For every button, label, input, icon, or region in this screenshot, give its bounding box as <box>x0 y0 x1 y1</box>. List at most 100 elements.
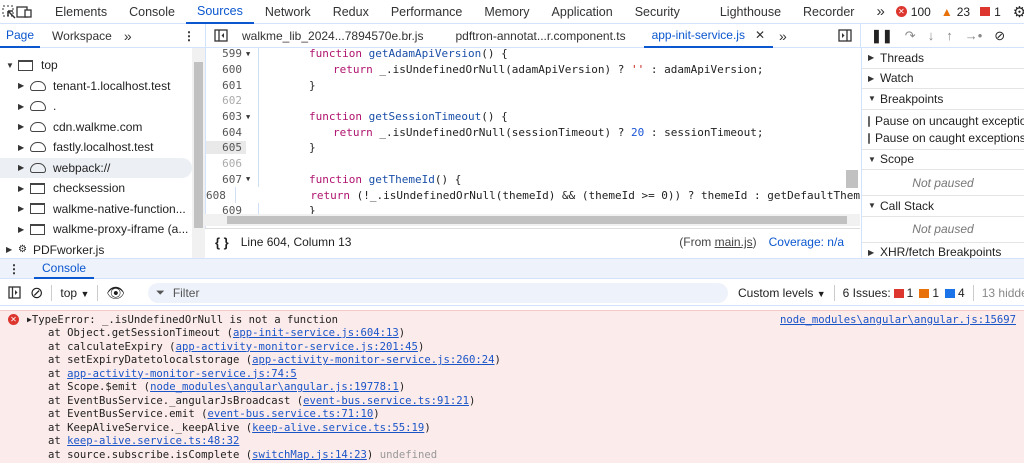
line-number[interactable]: 608 <box>206 189 230 202</box>
navigator-scrollbar[interactable] <box>192 48 205 258</box>
editor-tab-active[interactable]: app-init-service.js ✕ <box>643 24 774 48</box>
stack-frame-link[interactable]: keep-alive.service.ts:55:19 <box>252 422 424 434</box>
close-tab-icon[interactable]: ✕ <box>755 28 765 42</box>
code-line[interactable]: 603 ▼ function getSessionTimeout() { <box>206 108 860 125</box>
tree-item[interactable]: ▼ top <box>0 55 192 76</box>
fold-arrow-icon[interactable]: ▼ <box>246 50 258 58</box>
code-line[interactable]: 604 return _.isUndefinedOrNull(sessionTim… <box>206 124 860 141</box>
line-number[interactable]: 606 <box>206 157 246 170</box>
tab-recorder[interactable]: Recorder <box>792 0 865 24</box>
expand-arrow-icon[interactable]: ▶ <box>18 143 30 152</box>
line-number[interactable]: 605 <box>206 141 246 155</box>
tab-sources[interactable]: Sources <box>185 0 254 24</box>
error-source-link[interactable]: node_modules\angular\angular.js:15697 <box>780 314 1016 326</box>
tree-item[interactable]: ▶ fastly.localhost.test <box>0 137 192 158</box>
deactivate-breakpoints-icon[interactable]: ⊘ <box>994 28 1005 44</box>
tab-memory[interactable]: Memory <box>473 0 540 24</box>
line-number[interactable]: 600 <box>206 63 246 76</box>
pretty-print-icon[interactable]: { } <box>215 235 229 250</box>
expand-arrow-icon[interactable]: ▶ <box>18 204 30 213</box>
context-selector[interactable]: top ▼ <box>60 286 89 300</box>
clear-console-icon[interactable]: ⊘ <box>30 283 43 303</box>
expand-arrow-icon[interactable]: ▶ <box>18 102 30 111</box>
error-count[interactable]: 100 <box>911 5 931 19</box>
line-number[interactable]: 602 <box>206 94 246 107</box>
tab-console-drawer[interactable]: Console <box>34 259 95 279</box>
device-toolbar-icon[interactable] <box>16 0 32 24</box>
toggle-debugger-icon[interactable] <box>830 29 860 42</box>
stack-frame-link[interactable]: keep-alive.service.ts:48:32 <box>67 435 239 447</box>
fold-arrow-icon[interactable]: ▼ <box>246 175 258 183</box>
line-number[interactable]: 601 <box>206 79 246 92</box>
expand-arrow-icon[interactable]: ▶ <box>18 225 30 234</box>
tab-network[interactable]: Network <box>254 0 322 24</box>
console-filter-input[interactable]: ⏷ Filter <box>148 283 728 303</box>
tab-elements[interactable]: Elements <box>44 0 118 24</box>
expand-arrow-icon[interactable]: ▶ <box>18 184 30 193</box>
tab-performance[interactable]: Performance <box>380 0 474 24</box>
editor-more-button[interactable]: » <box>773 24 793 48</box>
tab-page[interactable]: Page <box>0 24 41 48</box>
code-line[interactable]: 605} <box>206 140 860 156</box>
section-call-stack[interactable]: ▼ Call Stack <box>862 196 1024 217</box>
tab-application[interactable]: Application <box>541 0 624 24</box>
stack-frame-link[interactable]: app-init-service.js:604:13 <box>233 327 399 339</box>
drawer-menu-icon[interactable]: ⋮ <box>8 262 20 276</box>
tab-lighthouse[interactable]: Lighthouse <box>709 0 792 24</box>
code-line[interactable]: 608 return (!_.isUndefinedOrNull(themeId)… <box>206 187 860 203</box>
tab-redux[interactable]: Redux <box>322 0 380 24</box>
tree-item[interactable]: ▶ checksession <box>0 178 192 199</box>
settings-icon[interactable]: ⚙ <box>1013 3 1024 21</box>
editor-tab[interactable]: walkme_lib_2024...7894570e.br.js <box>236 24 429 48</box>
section-xhr-breakpoints[interactable]: ▶ XHR/fetch Breakpoints <box>862 243 1024 258</box>
navigator-more-button[interactable]: » <box>118 24 138 48</box>
step-over-icon[interactable]: ↷ <box>905 28 916 44</box>
issue-count[interactable]: 1 <box>994 5 1001 19</box>
step-icon[interactable]: →• <box>965 28 983 43</box>
code-line[interactable]: 599 ▼ function getAdamApiVersion() { <box>206 48 860 62</box>
expand-arrow-icon[interactable]: ▶ <box>18 122 30 131</box>
code-line[interactable]: 600 return _.isUndefinedOrNull(adamApiVer… <box>206 61 860 78</box>
code-line[interactable]: 602 <box>206 93 860 109</box>
collapse-arrow-icon[interactable]: ▼ <box>6 61 18 70</box>
error-message[interactable]: TypeError: _.isUndefinedOrNull is not a … <box>32 314 338 326</box>
code-editor[interactable]: 599 ▼ function getAdamApiVersion() {600 ret… <box>205 48 860 228</box>
tree-item[interactable]: ▶ walkme-native-function... <box>0 199 192 220</box>
stack-frame-link[interactable]: app-activity-monitor-service.js:74:5 <box>67 368 297 380</box>
line-number[interactable]: 599 <box>206 48 246 60</box>
section-threads[interactable]: ▶ Threads <box>862 48 1024 69</box>
source-map-link[interactable]: main.js <box>715 235 753 249</box>
step-out-icon[interactable]: ↑ <box>946 28 953 43</box>
line-number[interactable]: 603 <box>206 110 246 123</box>
issues-button[interactable]: 6 Issues: 1 1 4 <box>843 286 965 300</box>
fold-arrow-icon[interactable]: ▼ <box>246 113 258 121</box>
inspect-element-icon[interactable] <box>2 0 16 24</box>
tree-item[interactable]: ▶ walkme-proxy-iframe (a... <box>0 219 192 240</box>
stack-frame-link[interactable]: switchMap.js:14:23 <box>252 449 367 461</box>
step-into-icon[interactable]: ↓ <box>928 28 935 43</box>
navigator-menu-icon[interactable]: ⋮ <box>183 29 195 43</box>
console-sidebar-icon[interactable] <box>2 286 26 299</box>
pause-caught-checkbox[interactable]: Pause on caught exceptions <box>868 130 1024 147</box>
code-line[interactable]: 601} <box>206 77 860 94</box>
line-number[interactable]: 604 <box>206 126 246 139</box>
log-levels-dropdown[interactable]: Custom levels ▼ <box>738 286 826 300</box>
pause-uncaught-checkbox[interactable]: Pause on uncaught exceptions <box>868 113 1024 130</box>
section-scope[interactable]: ▼ Scope <box>862 150 1024 170</box>
section-breakpoints[interactable]: ▼ Breakpoints <box>862 89 1024 110</box>
tree-item[interactable]: ▶. <box>0 96 192 117</box>
tree-item[interactable]: ▶ tenant-1.localhost.test <box>0 76 192 97</box>
checkbox[interactable] <box>868 115 870 127</box>
tab-security[interactable]: Security <box>624 0 691 24</box>
live-expression-eye-icon[interactable]: 👁 <box>106 284 125 302</box>
editor-tab[interactable]: pdftron-annotat...r.component.ts <box>449 24 631 48</box>
code-line[interactable]: 606 <box>206 155 860 172</box>
stack-frame-link[interactable]: event-bus.service.ts:71:10 <box>207 408 373 420</box>
tab-workspace[interactable]: Workspace <box>46 24 118 48</box>
checkbox[interactable] <box>868 132 870 144</box>
stack-frame-link[interactable]: node_modules\angular\angular.js:19778:1 <box>150 381 399 393</box>
tree-item[interactable]: ▶ cdn.walkme.com <box>0 117 192 138</box>
more-panels-button[interactable]: » <box>865 0 895 24</box>
editor-h-scrollbar[interactable] <box>205 214 860 226</box>
section-watch[interactable]: ▶ Watch <box>862 69 1024 89</box>
